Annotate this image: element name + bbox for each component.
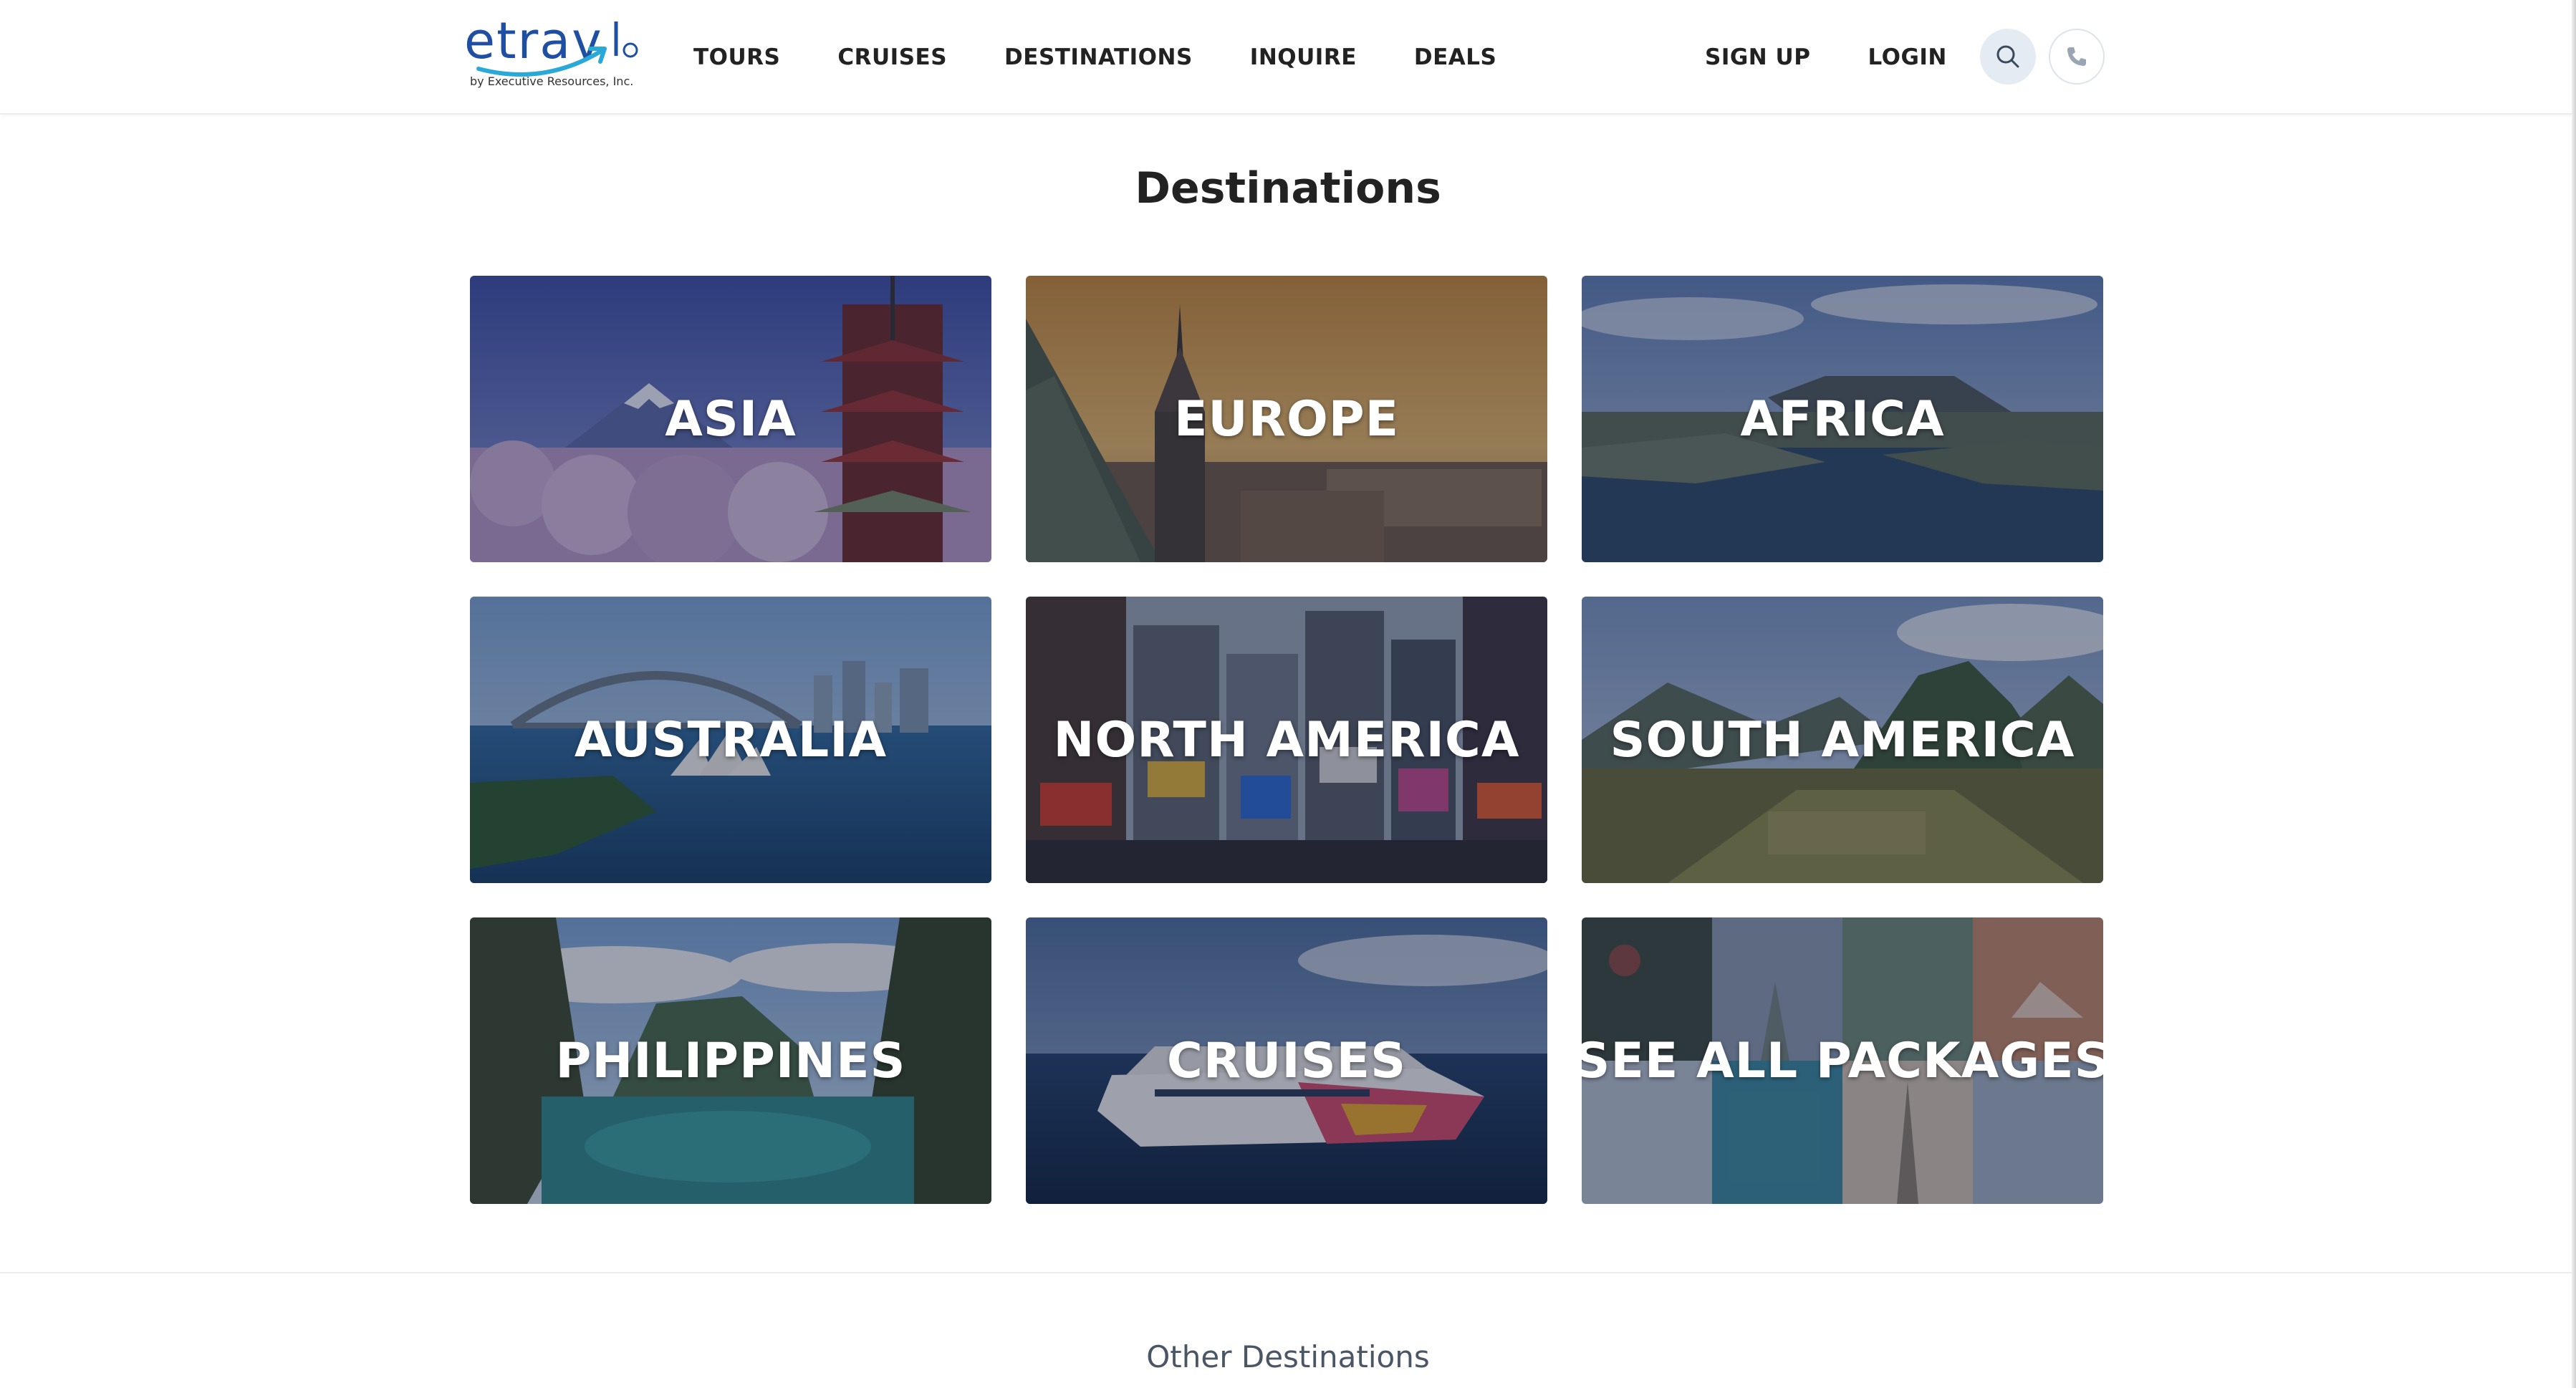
card-label: AUSTRALIA	[574, 711, 888, 768]
search-icon	[1996, 45, 2019, 68]
nav-cruises[interactable]: CRUISES	[837, 40, 947, 74]
destinations-grid: ASIA EUROPE AFRICA AUSTRALIA NORTH AMERI…	[470, 276, 2103, 1204]
card-label: PHILIPPINES	[555, 1032, 906, 1089]
section-divider	[0, 1272, 2576, 1273]
destination-card-south-america[interactable]: SOUTH AMERICA	[1582, 597, 2103, 883]
scrollbar[interactable]	[2572, 0, 2576, 1388]
sign-up-link[interactable]: SIGN UP	[1705, 40, 1810, 74]
login-link[interactable]: LOGIN	[1868, 40, 1946, 74]
card-label: NORTH AMERICA	[1053, 711, 1520, 768]
card-label: SOUTH AMERICA	[1610, 711, 2075, 768]
card-label: EUROPE	[1173, 390, 1400, 448]
site-header: etrav by Executive Resources, Inc. TOURS…	[0, 0, 2576, 115]
search-button[interactable]	[1980, 29, 2036, 85]
nav-tours[interactable]: TOURS	[693, 40, 780, 74]
etravel-logo[interactable]: etrav by Executive Resources, Inc.	[464, 16, 642, 95]
destination-card-asia[interactable]: ASIA	[470, 276, 991, 562]
phone-icon	[2067, 47, 2086, 66]
logo-tagline: by Executive Resources, Inc.	[470, 74, 634, 88]
card-label: SEE ALL PACKAGES	[1582, 1032, 2103, 1089]
card-label: AFRICA	[1740, 390, 1945, 448]
destination-card-philippines[interactable]: PHILIPPINES	[470, 917, 991, 1204]
card-label: ASIA	[665, 390, 797, 448]
destination-card-cruises[interactable]: CRUISES	[1026, 917, 1547, 1204]
nav-inquire[interactable]: INQUIRE	[1250, 40, 1357, 74]
nav-destinations[interactable]: DESTINATIONS	[1004, 40, 1193, 74]
auth-links: SIGN UP LOGIN	[1705, 40, 1947, 74]
other-destinations-heading: Other Destinations	[1146, 1339, 1430, 1374]
main-nav: TOURS CRUISES DESTINATIONS INQUIRE DEALS	[693, 40, 1496, 74]
phone-button[interactable]	[2049, 29, 2105, 85]
card-label: CRUISES	[1166, 1032, 1407, 1089]
destination-card-africa[interactable]: AFRICA	[1582, 276, 2103, 562]
nav-deals[interactable]: DEALS	[1414, 40, 1496, 74]
destination-card-australia[interactable]: AUSTRALIA	[470, 597, 991, 883]
destination-card-north-america[interactable]: NORTH AMERICA	[1026, 597, 1547, 883]
page-title: Destinations	[1135, 163, 1441, 213]
destination-card-europe[interactable]: EUROPE	[1026, 276, 1547, 562]
see-all-packages-card[interactable]: SEE ALL PACKAGES	[1582, 917, 2103, 1204]
